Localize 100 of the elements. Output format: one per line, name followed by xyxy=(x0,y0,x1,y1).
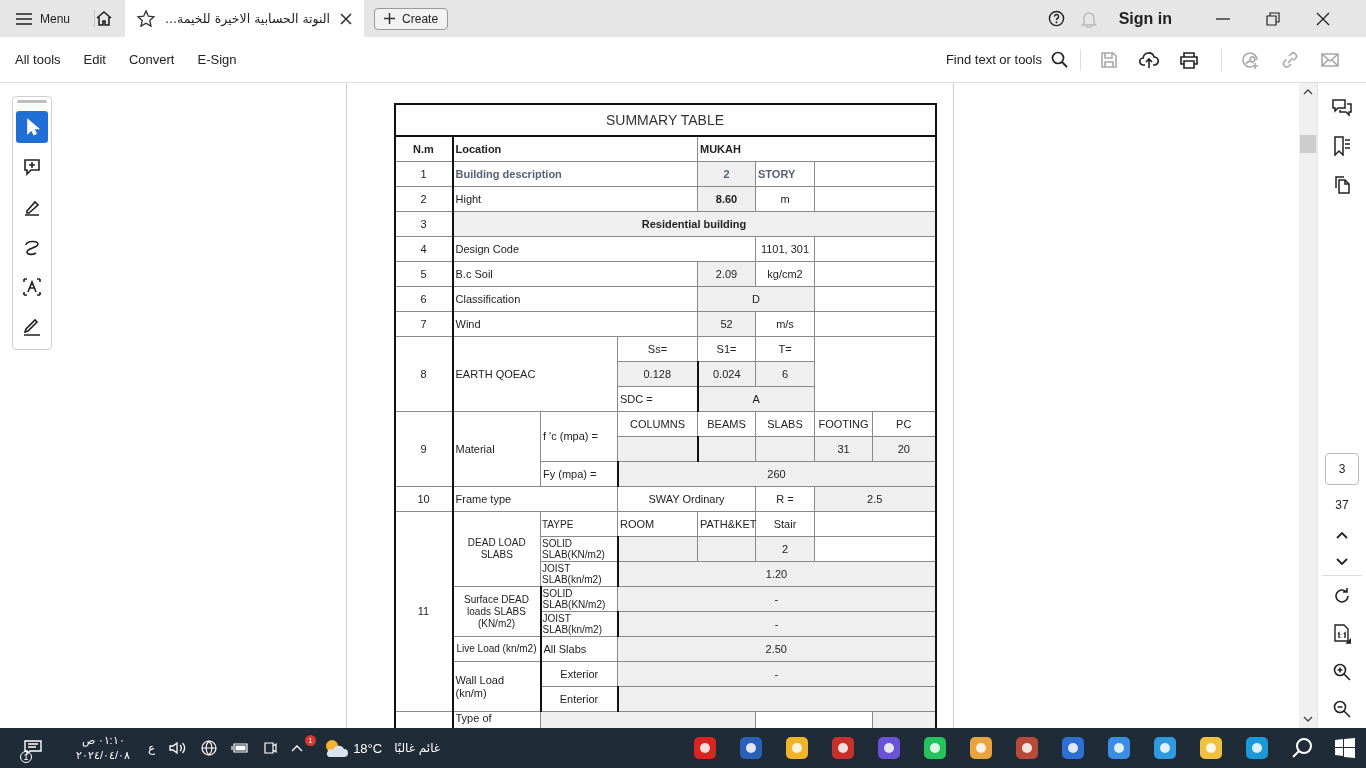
close-icon[interactable] xyxy=(1316,11,1330,26)
clock-time[interactable]: ٠١:١٠ ص xyxy=(81,733,125,748)
caret-icon[interactable] xyxy=(291,744,304,752)
page-number-field[interactable]: 3 xyxy=(1325,453,1359,485)
scroll-up-icon[interactable] xyxy=(1303,89,1313,95)
table-cell: 8 xyxy=(394,336,453,412)
table-cell: 2.5 xyxy=(814,486,936,512)
battery-icon[interactable] xyxy=(231,742,250,754)
zoom-out-icon[interactable] xyxy=(1333,700,1351,718)
taskbar-app-icon[interactable] xyxy=(831,736,855,760)
home-icon[interactable] xyxy=(94,10,114,27)
search-icon[interactable] xyxy=(1291,737,1313,759)
sign-in-button[interactable]: Sign in xyxy=(1118,9,1172,28)
table-cell: R = xyxy=(755,486,815,512)
language-indicator[interactable]: ع xyxy=(148,741,156,755)
text-icon xyxy=(22,277,42,297)
restore-icon[interactable] xyxy=(1266,11,1280,26)
table-cell: 6 xyxy=(394,286,453,312)
cloud-sun-icon[interactable] xyxy=(323,737,350,759)
table-cell: Location xyxy=(452,136,698,162)
sign-icon xyxy=(22,317,42,337)
taskbar-app-icon[interactable] xyxy=(785,736,809,760)
table-cell: Residential building xyxy=(452,211,936,237)
taskbar-app-icon[interactable] xyxy=(1015,736,1039,760)
table-cell: PATH&KET xyxy=(697,511,756,537)
table-cell: FOOTING xyxy=(814,411,873,437)
fit-page-icon[interactable] xyxy=(1333,624,1351,644)
taskbar-app-icon[interactable] xyxy=(923,736,947,760)
table-cell: 9 xyxy=(394,411,453,487)
table-cell: - xyxy=(617,611,936,637)
table-cell: Hight xyxy=(452,186,698,212)
toolbar-menu[interactable]: Convert xyxy=(128,52,175,67)
table-cell: DEAD LOAD SLABS xyxy=(452,511,541,587)
taskbar-app-icon[interactable] xyxy=(969,736,993,760)
camera-icon[interactable] xyxy=(263,741,278,755)
table-cell: Wall Load (kn/m) xyxy=(452,661,541,712)
plus-icon xyxy=(384,13,396,24)
scroll-down-icon[interactable] xyxy=(1303,716,1313,722)
find-button[interactable]: Find text or tools xyxy=(945,52,1042,67)
table-cell: TAYPE xyxy=(540,511,618,537)
zoom-in-icon[interactable] xyxy=(1333,663,1351,681)
taskbar-app-icon[interactable] xyxy=(1245,736,1269,760)
volume-icon[interactable] xyxy=(169,741,188,755)
table-cell: A xyxy=(697,386,815,412)
next-page-icon[interactable] xyxy=(1336,558,1348,566)
table-cell: Fy (mpa) = xyxy=(540,461,618,487)
table-cell: 7 xyxy=(394,311,453,337)
minimize-icon[interactable] xyxy=(1216,17,1230,20)
taskbar-app-icon[interactable] xyxy=(1107,736,1131,760)
table-cell: SLABS xyxy=(755,411,815,437)
select-tool-button[interactable] xyxy=(16,111,48,143)
menu-button[interactable]: Menu xyxy=(0,0,83,37)
toolbar-menu[interactable]: Edit xyxy=(83,52,106,67)
table-cell: COLUMNS xyxy=(617,411,698,437)
table-cell: SOLID SLAB(KN/m2) xyxy=(540,586,618,612)
pages-icon[interactable] xyxy=(1333,175,1351,194)
start-icon[interactable] xyxy=(1335,738,1355,758)
table-cell: 260 xyxy=(617,461,936,487)
close-icon[interactable] xyxy=(340,12,353,25)
taskbar-app-icon[interactable] xyxy=(1199,736,1223,760)
help-icon[interactable] xyxy=(1047,10,1065,27)
table-cell: 11 xyxy=(394,511,453,712)
table-cell: 0.128 xyxy=(617,361,698,387)
table-cell: EARTH QOEAC xyxy=(452,336,618,412)
table-cell: All Slabs xyxy=(540,636,618,662)
star-icon[interactable] xyxy=(137,10,156,27)
rotate-icon[interactable] xyxy=(1333,587,1351,605)
document-tab[interactable]: النوتة الحسابية الاخيرة للخيمة... xyxy=(125,0,365,37)
taskbar-app-icon[interactable] xyxy=(1153,736,1177,760)
search-icon[interactable] xyxy=(1051,51,1068,68)
clock-date[interactable]: ٢٠٢٤/٠٤/٠٨ xyxy=(76,748,131,763)
bookmark-icon[interactable] xyxy=(1332,136,1352,156)
upload-icon[interactable] xyxy=(1139,50,1159,69)
table-cell: Surface DEAD loads SLABS (KN/m2) xyxy=(452,586,541,637)
print-icon[interactable] xyxy=(1179,50,1199,69)
taskbar-app-icon[interactable] xyxy=(693,736,717,760)
table-cell: 2.50 xyxy=(617,636,936,662)
table-cell: - xyxy=(617,586,936,612)
table-cell: B.c Soil xyxy=(452,261,698,287)
table-cell: - xyxy=(617,661,936,687)
globe-icon[interactable] xyxy=(201,740,218,756)
table-cell: m xyxy=(755,186,815,212)
table-cell: D xyxy=(697,286,815,312)
table-title: SUMMARY TABLE xyxy=(394,104,936,136)
table-cell: JOIST SLAB(kn/m2) xyxy=(540,611,618,637)
table-cell: Design Code xyxy=(452,236,756,262)
table-cell: T= xyxy=(755,336,815,362)
taskbar-app-icon[interactable] xyxy=(877,736,901,760)
toolbar-menu[interactable]: E-Sign xyxy=(197,52,237,67)
table-cell: Material xyxy=(452,411,541,487)
comments-icon[interactable] xyxy=(1332,99,1352,117)
scrollbar[interactable] xyxy=(1299,83,1317,728)
previous-page-icon[interactable] xyxy=(1336,531,1348,539)
scrollbar-thumb[interactable] xyxy=(1300,135,1316,153)
create-button[interactable]: Create xyxy=(374,7,449,30)
weather-text[interactable]: غائم غالبًا xyxy=(394,741,441,755)
taskbar-app-icon[interactable] xyxy=(1061,736,1085,760)
temperature[interactable]: 18°C xyxy=(353,740,383,756)
toolbar-menu[interactable]: All tools xyxy=(15,52,61,67)
taskbar-app-icon[interactable] xyxy=(739,736,763,760)
